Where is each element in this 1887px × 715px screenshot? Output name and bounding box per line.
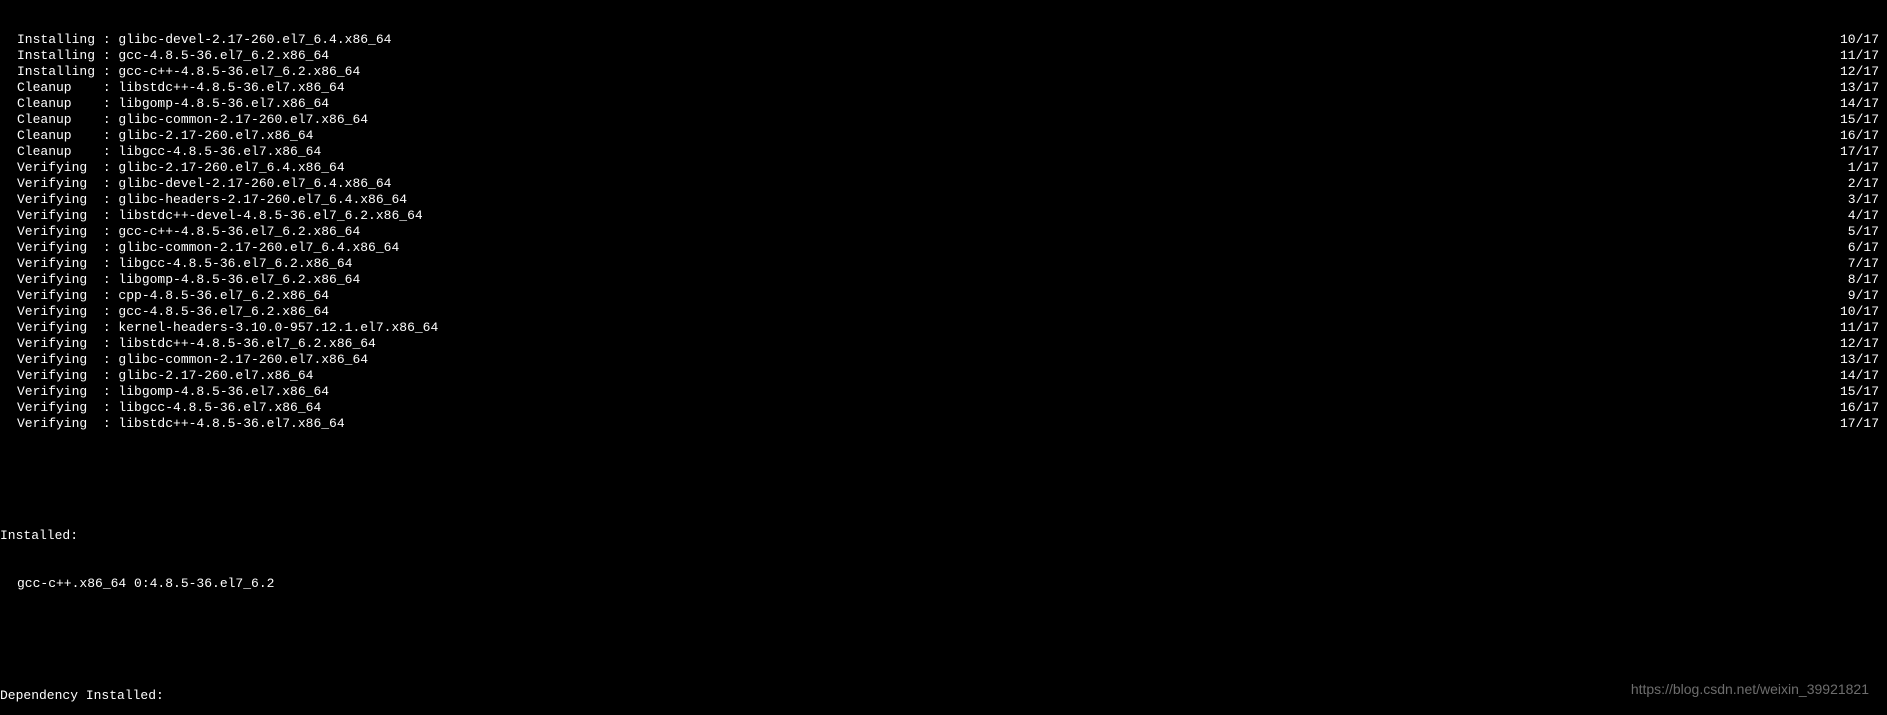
progress-row: Cleanup : libgomp-4.8.5-36.el7.x86_64 14/… bbox=[0, 96, 1887, 112]
progress-index: 6/17 bbox=[1848, 240, 1887, 256]
progress-row: Verifying : libstdc++-4.8.5-36.el7_6.2.x… bbox=[0, 336, 1887, 352]
progress-text: Verifying : libgcc-4.8.5-36.el7.x86_64 bbox=[0, 400, 321, 416]
progress-row: Verifying : kernel-headers-3.10.0-957.12… bbox=[0, 320, 1887, 336]
progress-row: Verifying : cpp-4.8.5-36.el7_6.2.x86_64 9… bbox=[0, 288, 1887, 304]
progress-row: Verifying : libgomp-4.8.5-36.el7.x86_64 1… bbox=[0, 384, 1887, 400]
progress-text: Verifying : glibc-2.17-260.el7.x86_64 bbox=[0, 368, 313, 384]
progress-row: Verifying : glibc-2.17-260.el7.x86_64 14/… bbox=[0, 368, 1887, 384]
progress-text: Verifying : libgcc-4.8.5-36.el7_6.2.x86_… bbox=[0, 256, 352, 272]
progress-index: 10/17 bbox=[1840, 304, 1887, 320]
progress-index: 12/17 bbox=[1840, 64, 1887, 80]
progress-text: Verifying : glibc-2.17-260.el7_6.4.x86_6… bbox=[0, 160, 345, 176]
progress-text: Verifying : libgomp-4.8.5-36.el7_6.2.x86… bbox=[0, 272, 360, 288]
progress-index: 9/17 bbox=[1848, 288, 1887, 304]
progress-index: 7/17 bbox=[1848, 256, 1887, 272]
progress-text: Verifying : libstdc++-devel-4.8.5-36.el7… bbox=[0, 208, 423, 224]
progress-row: Verifying : libgcc-4.8.5-36.el7_6.2.x86_… bbox=[0, 256, 1887, 272]
progress-index: 3/17 bbox=[1848, 192, 1887, 208]
progress-row: Cleanup : libgcc-4.8.5-36.el7.x86_64 17/1… bbox=[0, 144, 1887, 160]
progress-text: Verifying : libstdc++-4.8.5-36.el7_6.2.x… bbox=[0, 336, 376, 352]
progress-text: Verifying : glibc-common-2.17-260.el7.x8… bbox=[0, 352, 368, 368]
progress-row: Cleanup : libstdc++-4.8.5-36.el7.x86_64 1… bbox=[0, 80, 1887, 96]
progress-text: Verifying : kernel-headers-3.10.0-957.12… bbox=[0, 320, 438, 336]
progress-row: Verifying : libgcc-4.8.5-36.el7.x86_64 16… bbox=[0, 400, 1887, 416]
progress-row: Cleanup : glibc-2.17-260.el7.x86_64 16/17 bbox=[0, 128, 1887, 144]
watermark-text: https://blog.csdn.net/weixin_39921821 bbox=[1631, 681, 1869, 697]
progress-row: Installing : glibc-devel-2.17-260.el7_6.… bbox=[0, 32, 1887, 48]
installed-header: Installed: bbox=[0, 528, 1887, 544]
progress-index: 11/17 bbox=[1840, 48, 1887, 64]
progress-row: Verifying : gcc-4.8.5-36.el7_6.2.x86_64 1… bbox=[0, 304, 1887, 320]
progress-text: Installing : glibc-devel-2.17-260.el7_6.… bbox=[0, 32, 391, 48]
progress-index: 16/17 bbox=[1840, 128, 1887, 144]
progress-index: 13/17 bbox=[1840, 352, 1887, 368]
progress-text: Cleanup : glibc-2.17-260.el7.x86_64 bbox=[0, 128, 313, 144]
terminal-output[interactable]: Installing : glibc-devel-2.17-260.el7_6.… bbox=[0, 0, 1887, 715]
progress-text: Verifying : libstdc++-4.8.5-36.el7.x86_6… bbox=[0, 416, 345, 432]
progress-text: Installing : gcc-4.8.5-36.el7_6.2.x86_64 bbox=[0, 48, 329, 64]
dep-installed-header: Dependency Installed: bbox=[0, 688, 1887, 704]
progress-text: Cleanup : libgcc-4.8.5-36.el7.x86_64 bbox=[0, 144, 321, 160]
progress-index: 4/17 bbox=[1848, 208, 1887, 224]
progress-index: 17/17 bbox=[1840, 416, 1887, 432]
progress-index: 5/17 bbox=[1848, 224, 1887, 240]
progress-index: 17/17 bbox=[1840, 144, 1887, 160]
progress-text: Verifying : glibc-headers-2.17-260.el7_6… bbox=[0, 192, 407, 208]
progress-index: 11/17 bbox=[1840, 320, 1887, 336]
progress-text: Cleanup : libstdc++-4.8.5-36.el7.x86_64 bbox=[0, 80, 345, 96]
progress-text: Installing : gcc-c++-4.8.5-36.el7_6.2.x8… bbox=[0, 64, 360, 80]
progress-row: Cleanup : glibc-common-2.17-260.el7.x86_… bbox=[0, 112, 1887, 128]
progress-text: Cleanup : glibc-common-2.17-260.el7.x86_… bbox=[0, 112, 368, 128]
progress-row: Verifying : glibc-headers-2.17-260.el7_6… bbox=[0, 192, 1887, 208]
progress-text: Verifying : gcc-c++-4.8.5-36.el7_6.2.x86… bbox=[0, 224, 360, 240]
installed-block: gcc-c++.x86_64 0:4.8.5-36.el7_6.2 bbox=[0, 576, 1887, 592]
progress-text: Verifying : glibc-common-2.17-260.el7_6.… bbox=[0, 240, 399, 256]
progress-row: Verifying : gcc-c++-4.8.5-36.el7_6.2.x86… bbox=[0, 224, 1887, 240]
package-item: gcc-c++.x86_64 0:4.8.5-36.el7_6.2 bbox=[0, 576, 1887, 592]
progress-row: Verifying : glibc-common-2.17-260.el7.x8… bbox=[0, 352, 1887, 368]
progress-row: Verifying : libgomp-4.8.5-36.el7_6.2.x86… bbox=[0, 272, 1887, 288]
progress-text: Verifying : libgomp-4.8.5-36.el7.x86_64 bbox=[0, 384, 329, 400]
progress-index: 14/17 bbox=[1840, 96, 1887, 112]
progress-index: 12/17 bbox=[1840, 336, 1887, 352]
progress-index: 1/17 bbox=[1848, 160, 1887, 176]
progress-row: Installing : gcc-c++-4.8.5-36.el7_6.2.x8… bbox=[0, 64, 1887, 80]
progress-index: 14/17 bbox=[1840, 368, 1887, 384]
progress-text: Cleanup : libgomp-4.8.5-36.el7.x86_64 bbox=[0, 96, 329, 112]
progress-row: Verifying : glibc-common-2.17-260.el7_6.… bbox=[0, 240, 1887, 256]
progress-index: 2/17 bbox=[1848, 176, 1887, 192]
progress-index: 15/17 bbox=[1840, 112, 1887, 128]
progress-row: Installing : gcc-4.8.5-36.el7_6.2.x86_64… bbox=[0, 48, 1887, 64]
progress-index: 13/17 bbox=[1840, 80, 1887, 96]
progress-text: Verifying : glibc-devel-2.17-260.el7_6.4… bbox=[0, 176, 391, 192]
progress-text: Verifying : cpp-4.8.5-36.el7_6.2.x86_64 bbox=[0, 288, 329, 304]
progress-row: Verifying : libstdc++-devel-4.8.5-36.el7… bbox=[0, 208, 1887, 224]
progress-index: 8/17 bbox=[1848, 272, 1887, 288]
progress-block: Installing : glibc-devel-2.17-260.el7_6.… bbox=[0, 32, 1887, 432]
progress-index: 15/17 bbox=[1840, 384, 1887, 400]
progress-row: Verifying : glibc-2.17-260.el7_6.4.x86_6… bbox=[0, 160, 1887, 176]
progress-index: 10/17 bbox=[1840, 32, 1887, 48]
progress-row: Verifying : glibc-devel-2.17-260.el7_6.4… bbox=[0, 176, 1887, 192]
progress-index: 16/17 bbox=[1840, 400, 1887, 416]
progress-text: Verifying : gcc-4.8.5-36.el7_6.2.x86_64 bbox=[0, 304, 329, 320]
progress-row: Verifying : libstdc++-4.8.5-36.el7.x86_6… bbox=[0, 416, 1887, 432]
